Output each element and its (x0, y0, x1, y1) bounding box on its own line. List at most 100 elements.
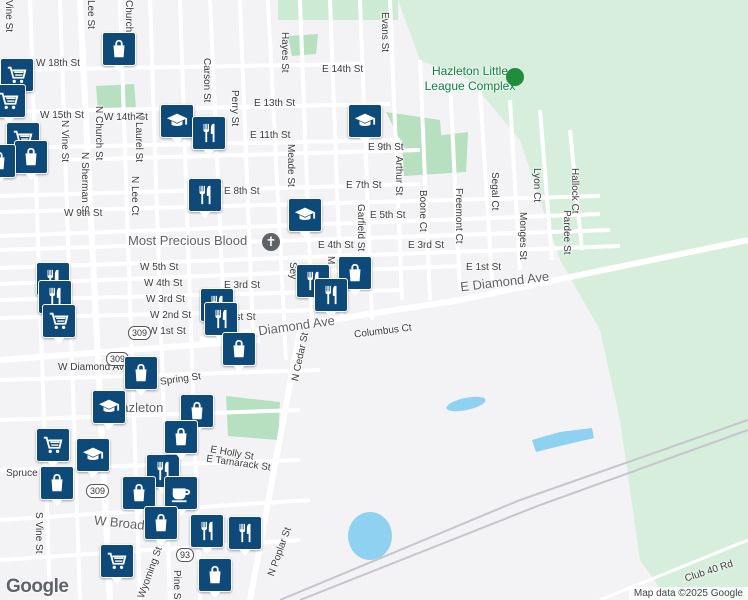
restaurant-pin[interactable] (188, 178, 222, 218)
shopping-bag-icon (20, 146, 42, 168)
street-label: Spruce (6, 468, 38, 479)
street-label: E 7th St (346, 180, 382, 191)
street-label: E 9th St (368, 142, 404, 153)
route-shield: 93 (176, 548, 195, 562)
shopping-pin[interactable] (0, 144, 16, 184)
graduation-cap-icon (82, 444, 104, 466)
route-shield: 309 (128, 326, 152, 340)
grocery-pin[interactable] (100, 544, 134, 584)
school-pin[interactable] (76, 438, 110, 478)
street-label: Pine St (171, 570, 182, 600)
street-label: Pardee St (561, 210, 572, 255)
shopping-cart-icon (6, 64, 28, 86)
fork-knife-icon (196, 520, 218, 542)
map-data-attribution[interactable]: Map data ©2025 Google (628, 587, 748, 600)
school-pin[interactable] (160, 104, 194, 144)
fork-knife-icon (198, 122, 220, 144)
street-label: W 18th St (36, 58, 80, 69)
street-label: Garfield St (355, 204, 366, 252)
shopping-bag-icon (108, 38, 130, 60)
street-label: E 11th St (250, 130, 291, 141)
shopping-bag-icon (128, 482, 150, 504)
shopping-pin[interactable] (222, 332, 256, 372)
restaurant-pin[interactable] (204, 302, 238, 342)
restaurant-pin[interactable] (192, 116, 226, 156)
church-label[interactable]: Most Precious Blood (128, 234, 247, 247)
street-label: Monges St (517, 212, 528, 260)
street-label: Carson St (201, 58, 212, 103)
shopping-pin[interactable] (198, 558, 232, 598)
map-pin-icon[interactable] (506, 68, 524, 86)
pond-1 (446, 396, 486, 412)
map-canvas[interactable]: Vine St Church St Evans St W 18th St E 1… (0, 0, 748, 600)
restaurant-pin[interactable] (228, 516, 262, 556)
shopping-cart-icon (48, 310, 70, 332)
street-label: N Laurel St (133, 112, 144, 163)
route-shield: 309 (86, 484, 110, 498)
shopping-bag-icon (204, 564, 226, 586)
street-label: W 2nd St (150, 310, 192, 321)
school-pin[interactable] (288, 198, 322, 238)
street-label: Boone Ct (417, 190, 428, 232)
grocery-pin[interactable] (0, 84, 26, 124)
street-label: Meade St (285, 144, 296, 187)
street-label: Freemont Ct (453, 188, 464, 244)
school-pin[interactable] (92, 390, 126, 430)
shopping-bag-icon (46, 472, 68, 494)
coffee-cup-icon (170, 482, 192, 504)
fork-knife-icon (234, 522, 256, 544)
shopping-bag-icon (130, 362, 152, 384)
street-label: Evans St (379, 12, 390, 53)
park-patch-5 (226, 396, 280, 440)
street-label: W 1st St (148, 326, 186, 337)
shopping-pin[interactable] (164, 420, 198, 460)
street-label: E 4th St (318, 240, 354, 251)
shopping-bag-icon (0, 150, 10, 172)
shopping-cart-icon (0, 90, 20, 112)
street-label: W 9th St (64, 208, 103, 219)
grocery-pin[interactable] (42, 304, 76, 344)
cafe-pin[interactable] (164, 476, 198, 516)
graduation-cap-icon (294, 204, 316, 226)
fork-knife-icon (210, 308, 232, 330)
street-label: W 4th St (144, 278, 183, 289)
shopping-bag-icon (228, 338, 250, 360)
shopping-pin[interactable] (40, 466, 74, 506)
street-label: N Sherman St (79, 152, 90, 215)
graduation-cap-icon (166, 110, 188, 132)
shopping-pin[interactable] (102, 32, 136, 72)
restaurant-pin[interactable] (314, 278, 348, 318)
street-label: Hayes St (279, 32, 290, 73)
grocery-pin[interactable] (36, 428, 70, 468)
shopping-pin[interactable] (144, 506, 178, 546)
street-label: Hallock Ct (569, 168, 580, 214)
church-icon[interactable]: ✝ (262, 233, 280, 251)
graduation-cap-icon (354, 110, 376, 132)
street-label: Lee St (85, 0, 96, 29)
street-label: N Church St (93, 106, 104, 161)
street-label: E 5th St (370, 210, 406, 221)
shopping-pin[interactable] (122, 476, 156, 516)
google-logo: Google (6, 576, 69, 597)
street-label: S Vine St (33, 512, 44, 554)
school-pin[interactable] (348, 104, 382, 144)
street-label: Vine St (3, 0, 14, 33)
shopping-pin[interactable] (14, 140, 48, 180)
pond-3 (348, 512, 392, 560)
shopping-pin[interactable] (124, 356, 158, 396)
street-label: E 1st St (466, 262, 502, 273)
street-label: Perry St (229, 90, 240, 127)
street-label: E 3rd St (408, 240, 445, 251)
street-label: W 5th St (140, 262, 179, 273)
street-label: W 3rd St (146, 294, 185, 305)
restaurant-pin[interactable] (190, 514, 224, 554)
map-base-layer (0, 0, 748, 600)
fork-knife-icon (320, 284, 342, 306)
street-label: E 14th St (322, 64, 364, 75)
street-label: E 8th St (224, 186, 260, 197)
shopping-bag-icon (150, 512, 172, 534)
shopping-cart-icon (106, 550, 128, 572)
street-label: N Lee Ct (129, 176, 140, 216)
graduation-cap-icon (98, 396, 120, 418)
street-label: Lyon Ct (531, 168, 542, 203)
